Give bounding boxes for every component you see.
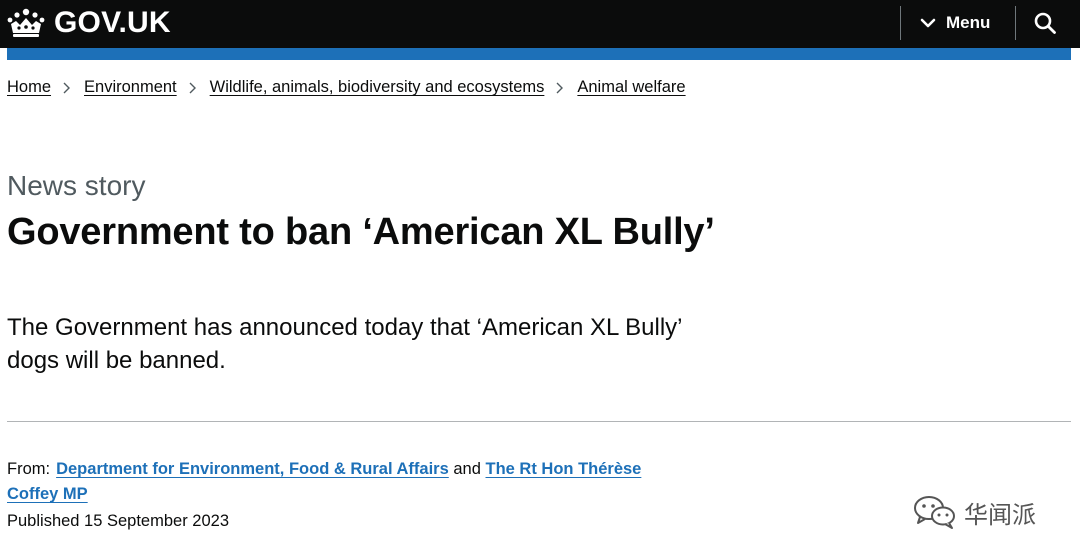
site-header: GOV.UK Menu <box>0 0 1080 48</box>
header-divider <box>900 6 901 40</box>
metadata-from: From: Department for Environment, Food & … <box>7 457 667 507</box>
search-button[interactable] <box>1022 6 1068 40</box>
page-caption: News story <box>7 170 146 201</box>
chevron-right-icon <box>556 82 564 93</box>
breadcrumb-environment[interactable]: Environment <box>84 78 177 97</box>
page-title: Government to ban ‘American XL Bully’ <box>7 211 715 253</box>
conjunction-text: and <box>453 460 481 478</box>
logo-text: GOV.UK <box>54 6 171 39</box>
lead-paragraph: The Government has announced today that … <box>7 314 682 374</box>
org-link-defra[interactable]: Department for Environment, Food & Rural… <box>56 460 449 478</box>
breadcrumb-wildlife[interactable]: Wildlife, animals, biodiversity and ecos… <box>210 78 545 97</box>
crown-icon <box>7 8 45 37</box>
chevron-right-icon <box>189 82 196 93</box>
watermark-text: 华闻派 <box>964 500 1036 529</box>
breadcrumb-animal-welfare[interactable]: Animal welfare <box>577 78 685 97</box>
breadcrumb: Home Environment Wildlife, animals, biod… <box>7 78 686 97</box>
search-icon <box>1034 12 1056 34</box>
wechat-icon <box>914 496 955 529</box>
menu-button[interactable]: Menu <box>920 6 990 40</box>
section-divider <box>7 421 1071 422</box>
chevron-down-icon <box>920 18 936 28</box>
govuk-logo-link[interactable]: GOV.UK <box>6 6 171 40</box>
watermark: 华闻派 <box>912 494 1036 530</box>
header-accent-bar <box>7 48 1071 60</box>
from-label: From: <box>7 460 51 478</box>
header-divider <box>1015 6 1016 40</box>
menu-label: Menu <box>946 13 991 32</box>
breadcrumb-home[interactable]: Home <box>7 78 51 97</box>
published-date: Published 15 September 2023 <box>7 512 229 530</box>
chevron-right-icon <box>63 82 71 93</box>
